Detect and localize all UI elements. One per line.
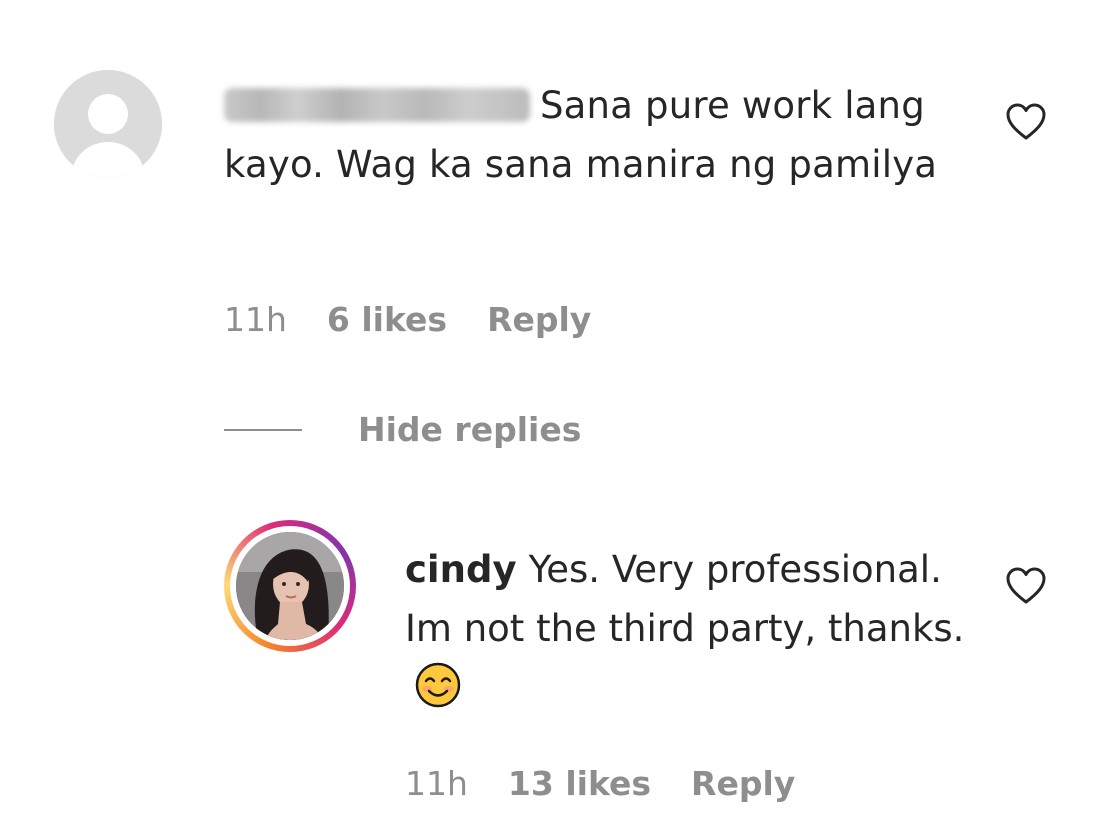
reply-likes-count[interactable]: 13 likes <box>508 764 651 803</box>
reply-meta: 11h 13 likes Reply <box>405 764 795 803</box>
avatar-ring-gap <box>230 526 350 646</box>
reply-reply-button[interactable]: Reply <box>691 764 795 803</box>
like-heart-icon[interactable] <box>1004 566 1048 606</box>
reply-timestamp[interactable]: 11h <box>405 764 468 803</box>
divider-line <box>224 428 302 431</box>
comment-meta: 11h 6 likes Reply <box>224 300 591 339</box>
avatar-photo <box>236 532 344 640</box>
smiling-face-icon <box>415 662 461 708</box>
like-heart-icon[interactable] <box>1004 102 1048 142</box>
blurred-username[interactable] <box>224 88 530 122</box>
hide-replies-toggle[interactable]: Hide replies <box>224 410 581 449</box>
reply-username[interactable]: cindy <box>405 548 517 591</box>
hide-replies-label: Hide replies <box>358 410 582 449</box>
reply-body: cindy Yes. Very professional. Im not the … <box>405 540 965 717</box>
comment-reply-button[interactable]: Reply <box>487 300 591 339</box>
comment-likes-count[interactable]: 6 likes <box>327 300 447 339</box>
default-avatar[interactable] <box>54 70 162 178</box>
comment-timestamp[interactable]: 11h <box>224 300 287 339</box>
reply-avatar[interactable] <box>224 520 356 652</box>
comment-body: Sana pure work lang kayo. Wag ka sana ma… <box>224 76 944 194</box>
